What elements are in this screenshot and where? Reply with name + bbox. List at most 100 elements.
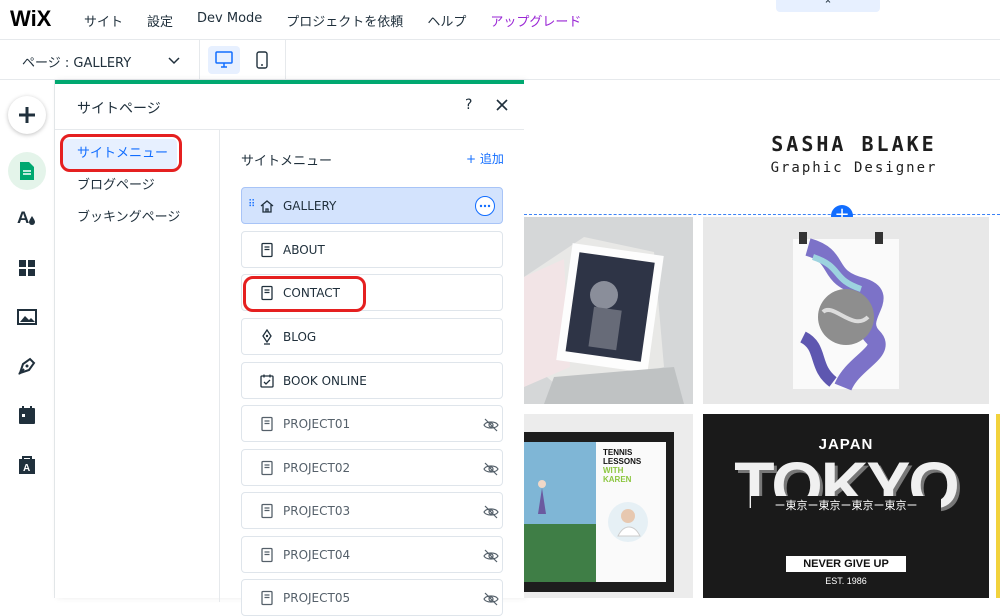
add-elements-button[interactable] [8,96,46,134]
panel-title: サイトページ [77,101,161,117]
pen-icon [262,329,272,345]
page-item-project04[interactable]: PROJECT04 [241,536,503,573]
menu-site[interactable]: サイト [84,11,123,30]
tennis-laptop-image [524,414,693,598]
page-icon [261,503,273,519]
highlight-box [60,134,182,172]
page-name: ABOUT [283,243,325,257]
page-item-book-online[interactable]: BOOK ONLINE [241,362,503,399]
book-photo-image [524,217,693,404]
bookings-button[interactable] [14,402,40,428]
hidden-eye-icon[interactable] [483,505,499,519]
add-icon [19,107,35,123]
svg-text:A: A [17,208,29,227]
media-icon [17,309,37,325]
page-item-project01[interactable]: PROJECT01 [241,405,503,442]
category-blog-pages[interactable]: ブログページ [63,171,155,201]
site-header[interactable]: SASHA BLAKE Graphic Designer [746,132,962,176]
menu-help[interactable]: ヘルプ [427,11,466,30]
pages-button[interactable] [8,152,46,190]
device-switcher [200,40,286,80]
tennis-title-1: TENNIS [603,448,633,457]
page-icon [261,547,273,563]
panel-header: サイトページ ? [55,84,524,130]
close-icon[interactable] [495,98,509,112]
apps-icon [19,260,35,276]
page-name: BOOK ONLINE [283,374,367,388]
never-give-up-text: NEVER GIVE UP [786,556,906,572]
hidden-eye-icon[interactable] [483,418,499,432]
editor-canvas[interactable]: SASHA BLAKE Graphic Designer + TENNIS LE… [524,80,1000,598]
desktop-icon [215,51,233,68]
mobile-view-button[interactable] [248,46,276,74]
help-icon[interactable]: ? [465,97,472,113]
page-categories: サイトメニュー ブログページ ブッキングページ [55,130,220,602]
menu-hire-professional[interactable]: プロジェクトを依頼 [286,11,403,30]
wix-logo[interactable]: WiX [10,6,51,32]
page-icon [261,590,273,606]
menu-settings[interactable]: 設定 [147,11,173,30]
gallery-image-tokyo[interactable]: JAPAN TOKYO ー東京ー東京ー東京ー東京ー NEVER GIVE UP … [703,414,989,598]
page-icon [261,242,273,258]
media-button[interactable] [14,304,40,330]
calendar-icon [260,374,274,388]
current-page-label: ページ : GALLERY [22,56,132,71]
hidden-eye-icon[interactable] [483,462,499,476]
page-name: PROJECT04 [283,548,351,562]
hidden-eye-icon[interactable] [483,592,499,606]
page-list-title: サイトメニュー [241,154,333,169]
left-toolbar: A A [0,80,55,598]
poster-image [703,217,989,404]
page-name: PROJECT01 [283,417,351,431]
add-page-button[interactable]: + 追加 [466,150,504,167]
collapse-topbar-button[interactable]: ⌃ [776,0,880,12]
more-actions-button[interactable] [475,196,495,216]
more-icon [479,204,491,208]
blog-button[interactable] [14,353,40,379]
menu-upgrade[interactable]: アップグレード [490,11,581,30]
section-divider [524,214,1000,215]
hidden-eye-icon[interactable] [483,549,499,563]
tennis-with-1: WITH [603,466,624,475]
gallery-image-poster[interactable] [703,217,989,404]
apps-button[interactable] [14,255,40,281]
category-booking-pages[interactable]: ブッキングページ [63,203,180,233]
tennis-title-2: LESSONS [603,457,642,466]
page-item-blog[interactable]: BLOG [241,318,503,355]
top-bar: WiX サイト 設定 Dev Mode プロジェクトを依頼 ヘルプ アップグレー… [0,0,1000,40]
svg-text:A: A [23,463,30,474]
drag-handle-icon[interactable]: ⠿ [248,199,255,210]
chevron-up-icon: ⌃ [823,0,833,11]
page-name: PROJECT02 [283,461,351,475]
tennis-poster-text: TENNIS LESSONS WITH KAREN [603,448,641,484]
blog-pen-icon [18,357,36,375]
top-menu: サイト 設定 Dev Mode プロジェクトを依頼 ヘルプ アップグレード [84,11,605,30]
theme-icon: A [17,208,35,227]
page-item-project02[interactable]: PROJECT02 [241,449,503,486]
menu-dev-mode[interactable]: Dev Mode [197,11,262,30]
app-market-button[interactable]: A [14,452,40,478]
page-selector[interactable]: ページ : GALLERY [0,40,200,80]
home-icon [260,200,274,213]
theme-button[interactable]: A [14,204,40,230]
page-toolbar: ページ : GALLERY [0,40,1000,80]
tokyo-kanji-band: ー東京ー東京ー東京ー東京ー [751,496,941,516]
page-name: BLOG [283,330,317,344]
desktop-view-button[interactable] [208,46,240,74]
gallery-image-book[interactable] [524,217,693,404]
site-role[interactable]: Graphic Designer [746,160,962,176]
page-icon [261,416,273,432]
page-item-gallery[interactable]: ⠿ GALLERY [241,187,503,224]
site-name[interactable]: SASHA BLAKE [746,132,962,156]
page-name: GALLERY [283,199,337,213]
next-tile-edge [996,414,1000,598]
site-pages-panel: サイトページ ? サイトメニュー ブログページ ブッキングページ サイトメニュー… [55,80,524,616]
page-name: PROJECT05 [283,591,351,605]
highlight-box [243,276,366,312]
page-item-about[interactable]: ABOUT [241,231,503,268]
pages-icon [20,162,34,180]
gallery-image-tennis[interactable]: TENNIS LESSONS WITH KAREN [524,414,693,598]
bookings-calendar-icon [19,406,35,424]
tennis-with-2: KAREN [603,475,632,484]
page-item-project03[interactable]: PROJECT03 [241,492,503,529]
